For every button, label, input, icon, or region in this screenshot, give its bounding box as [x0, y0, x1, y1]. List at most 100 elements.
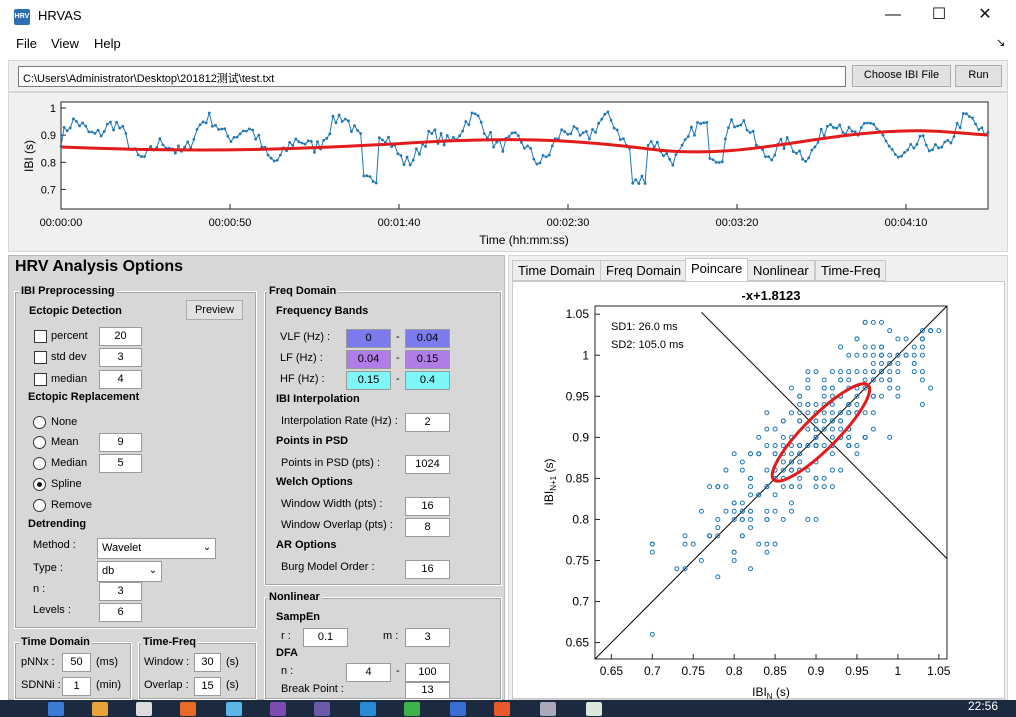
dfa-n-high-field[interactable]: 100	[405, 663, 450, 682]
median-field[interactable]: 4	[99, 370, 142, 389]
wechat-icon[interactable]	[404, 702, 420, 716]
ibi-point	[510, 131, 514, 135]
hf-high-field[interactable]: 0.4	[405, 371, 450, 390]
close-button[interactable]: ✕	[962, 0, 1008, 32]
ibi-point	[838, 123, 842, 127]
burg-model-order-field[interactable]: 16	[405, 560, 450, 579]
median-radio[interactable]	[33, 457, 46, 470]
median-replace-field[interactable]: 5	[99, 454, 142, 473]
ibi-point	[124, 132, 128, 135]
app-icon-6[interactable]	[586, 702, 602, 716]
type-select[interactable]: db ⌄	[97, 561, 162, 582]
visual-studio-icon[interactable]	[270, 702, 286, 716]
ibi-point	[575, 127, 579, 130]
app-icon-4[interactable]	[450, 702, 466, 716]
ibi-point	[149, 145, 153, 148]
app-icon-2[interactable]	[226, 702, 242, 716]
median-checkbox[interactable]	[34, 373, 47, 386]
menu-help[interactable]: Help	[94, 36, 121, 51]
nonlinear-title: Nonlinear	[267, 591, 322, 603]
percent-field[interactable]: 20	[99, 327, 142, 346]
stddev-field[interactable]: 3	[99, 348, 142, 367]
menu-file[interactable]: File	[16, 36, 37, 51]
mean-field[interactable]: 9	[99, 433, 142, 452]
run-button[interactable]: Run	[955, 65, 1002, 87]
ibi-point	[841, 131, 845, 134]
ibi-point	[390, 145, 394, 149]
ibi-point	[235, 135, 239, 139]
tab-nonlinear[interactable]: Nonlinear	[747, 260, 815, 281]
store-icon[interactable]	[48, 702, 64, 716]
file-path-input[interactable]: C:\Users\Administrator\Desktop\201812测试\…	[18, 66, 846, 87]
m-field[interactable]: 3	[405, 628, 450, 647]
window-width-field[interactable]: 16	[405, 497, 450, 516]
interpolation-rate-field[interactable]: 2	[405, 413, 450, 432]
n-field[interactable]: 3	[99, 582, 142, 601]
app-icon-1[interactable]	[92, 702, 108, 716]
hf-low-field[interactable]: 0.15	[346, 371, 391, 390]
firefox-icon[interactable]	[180, 702, 196, 716]
mean-radio[interactable]	[33, 436, 46, 449]
sdnni-field[interactable]: 1	[62, 677, 91, 696]
window-overlap-field[interactable]: 8	[405, 518, 450, 537]
ibi-point	[791, 150, 795, 153]
dfa-n-low-field[interactable]: 4	[346, 663, 391, 682]
remove-label: Remove	[51, 499, 92, 511]
n-label: n :	[33, 583, 46, 595]
ibi-point	[340, 120, 344, 123]
stddev-checkbox[interactable]	[34, 351, 47, 364]
ibi-point	[927, 149, 931, 153]
mail-icon[interactable]	[360, 702, 376, 716]
poincare-y-tick-label: 1.05	[566, 307, 590, 321]
app-icon-5[interactable]	[540, 702, 556, 716]
ibi-point	[835, 126, 838, 130]
vlf-high-field[interactable]: 0.04	[405, 329, 450, 348]
poincare-y-tick-label: 0.9	[572, 430, 589, 444]
poincare-y-tick-label: 0.65	[566, 636, 590, 650]
none-radio[interactable]	[33, 416, 46, 429]
calculator-icon[interactable]	[136, 702, 152, 716]
maximize-button[interactable]: ☐	[916, 0, 962, 32]
ibi-point	[739, 123, 743, 127]
preview-button[interactable]: Preview	[186, 300, 243, 320]
vlf-low-field[interactable]: 0	[346, 329, 391, 348]
ibi-point	[736, 124, 740, 128]
ibi-point	[408, 163, 412, 167]
app-icon-3[interactable]	[314, 702, 330, 716]
break-point-field[interactable]: 13	[405, 682, 450, 699]
m-label: m :	[383, 630, 399, 642]
remove-radio[interactable]	[33, 499, 46, 512]
tf-window-field[interactable]: 30	[194, 653, 221, 672]
ibi-point	[105, 122, 109, 126]
minimize-button[interactable]: —	[870, 0, 916, 32]
lf-high-field[interactable]: 0.15	[405, 350, 450, 369]
method-select[interactable]: Wavelet ⌄	[97, 538, 216, 559]
burg-model-order-label: Burg Model Order :	[281, 561, 375, 573]
choose-ibi-file-button[interactable]: Choose IBI File	[852, 65, 951, 87]
ibi-point	[418, 152, 421, 156]
ibi-x-tick-label: 00:04:10	[885, 217, 928, 229]
r-field[interactable]: 0.1	[303, 628, 348, 647]
ibi-point	[139, 155, 143, 158]
pnnx-field[interactable]: 50	[62, 653, 91, 672]
taskbar-clock: 22:56	[968, 699, 999, 713]
menu-view[interactable]: View	[51, 36, 79, 51]
tab-time-freq[interactable]: Time-Freq	[815, 260, 887, 281]
lf-low-field[interactable]: 0.04	[346, 350, 391, 369]
tab-freq-domain[interactable]: Freq Domain	[600, 260, 688, 281]
spline-radio[interactable]	[33, 478, 46, 491]
poincare-y-tick-label: 0.8	[572, 512, 589, 526]
ibi-plot-panel: 1 0.9 0.8 0.7 00:00:00 00:00:50 00:01:40 00:02…	[8, 92, 1008, 252]
ibi-point	[68, 126, 72, 130]
levels-field[interactable]: 6	[99, 603, 142, 622]
matlab-icon[interactable]	[494, 702, 510, 716]
ibi-point	[452, 135, 455, 139]
percent-checkbox[interactable]	[34, 330, 47, 343]
ibi-y-axis-label: IBI (s)	[22, 140, 36, 172]
points-in-psd-field[interactable]: 1024	[405, 455, 450, 474]
tab-time-domain[interactable]: Time Domain	[512, 260, 601, 281]
ibi-point	[362, 174, 366, 178]
ibi-point	[640, 174, 644, 178]
tab-poincare[interactable]: Poincare	[685, 258, 749, 282]
tf-overlap-field[interactable]: 15	[194, 677, 221, 696]
